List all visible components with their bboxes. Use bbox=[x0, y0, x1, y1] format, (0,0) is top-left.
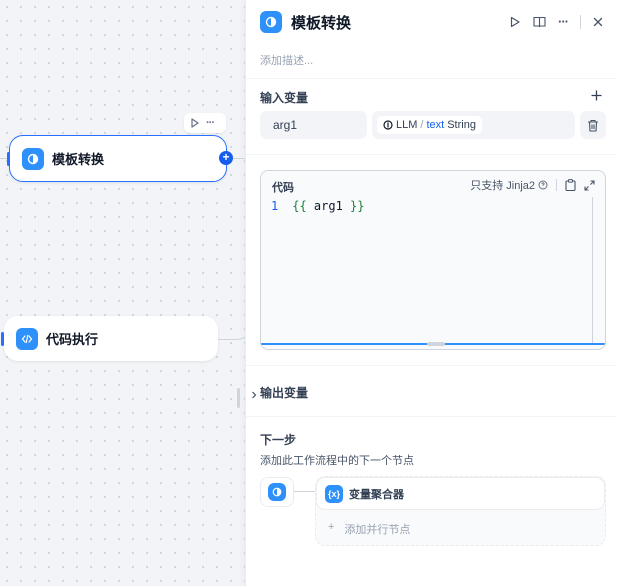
clipboard-icon[interactable] bbox=[565, 179, 576, 191]
code-icon bbox=[16, 327, 38, 350]
template-icon bbox=[268, 483, 286, 501]
code-scrollbar[interactable] bbox=[592, 197, 593, 343]
node-label: 模板转换 bbox=[52, 152, 105, 167]
more-icon[interactable]: ··· bbox=[558, 14, 569, 29]
delete-variable-button[interactable] bbox=[580, 111, 606, 139]
llm-icon bbox=[383, 120, 393, 130]
panel-header: 模板转换 bbox=[260, 11, 351, 33]
next-step-card: {x} 变量聚合器 + 添加并行节点 bbox=[315, 476, 606, 546]
connector-line bbox=[294, 491, 315, 492]
line-number: 1 bbox=[271, 199, 279, 213]
next-node-variable-aggregator[interactable]: {x} 变量聚合器 bbox=[316, 477, 605, 510]
variable-source-pill: LLM / text String bbox=[377, 116, 482, 134]
source-var: text bbox=[426, 119, 445, 131]
panel-resize-handle[interactable] bbox=[237, 388, 240, 408]
add-next-node-plus-icon[interactable]: + bbox=[219, 151, 233, 165]
trash-icon bbox=[588, 119, 598, 132]
source-separator: / bbox=[420, 119, 424, 131]
next-step-subtitle: 添加此工作流程中的下一个节点 bbox=[260, 455, 414, 467]
more-icon[interactable]: ··· bbox=[206, 117, 215, 129]
add-parallel-label: 添加并行节点 bbox=[344, 524, 411, 536]
node-input-handle[interactable] bbox=[7, 152, 10, 166]
help-circle-icon[interactable] bbox=[538, 180, 548, 190]
template-icon bbox=[260, 11, 282, 33]
jinja-support-text: 只支持 Jinja2 bbox=[470, 180, 535, 192]
variable-name-value: arg1 bbox=[273, 118, 298, 132]
panel-actions: ··· bbox=[509, 14, 603, 29]
code-resize-handle[interactable] bbox=[427, 342, 445, 346]
node-code-execute[interactable]: 代码执行 bbox=[4, 316, 218, 361]
output-variables-title[interactable]: 输出变量 bbox=[260, 384, 308, 401]
expand-icon[interactable] bbox=[584, 179, 595, 191]
template-icon bbox=[22, 147, 44, 170]
variable-name-input[interactable]: arg1 bbox=[260, 111, 367, 139]
node-mini-toolbar: ··· bbox=[184, 113, 226, 133]
jinja-close-brace: }} bbox=[350, 199, 365, 213]
node-template-transform[interactable]: 模板转换 bbox=[9, 135, 227, 182]
jinja-open-brace: {{ bbox=[292, 199, 307, 213]
plus-icon[interactable] bbox=[589, 88, 603, 102]
code-editor-body[interactable]: 1 {{ arg1 }} bbox=[261, 197, 605, 349]
code-toolbar: 只支持 Jinja2 bbox=[470, 177, 595, 193]
code-editor-header: 代码 只支持 Jinja2 bbox=[261, 171, 605, 197]
workflow-canvas[interactable]: ··· 模板转换 + 代码执行 bbox=[0, 0, 245, 586]
source-type: String bbox=[447, 119, 476, 131]
variable-source-selector[interactable]: LLM / text String bbox=[372, 111, 575, 139]
current-node-chip bbox=[260, 477, 294, 507]
code-line[interactable]: 1 {{ arg1 }} bbox=[271, 199, 365, 213]
divider bbox=[246, 416, 617, 417]
next-node-label: 变量聚合器 bbox=[349, 488, 404, 501]
edge-connector bbox=[216, 300, 245, 340]
chevron-right-icon[interactable] bbox=[251, 386, 257, 404]
play-icon[interactable] bbox=[190, 118, 200, 128]
code-editor[interactable]: 代码 只支持 Jinja2 1 {{ arg1 }} bbox=[260, 170, 606, 350]
plus-icon: + bbox=[328, 521, 335, 533]
divider bbox=[246, 154, 617, 155]
close-icon[interactable] bbox=[593, 17, 603, 27]
next-step-title: 下一步 bbox=[260, 433, 297, 447]
divider bbox=[246, 365, 617, 366]
variable-aggregator-icon: {x} bbox=[325, 484, 343, 503]
input-variables-title: 输入变量 bbox=[260, 91, 309, 105]
divider bbox=[580, 14, 581, 29]
play-icon[interactable] bbox=[509, 16, 521, 28]
book-icon[interactable] bbox=[533, 16, 546, 28]
add-parallel-node-button[interactable]: + 添加并行节点 bbox=[328, 521, 410, 537]
node-config-panel: 模板转换 ··· 添加描述... 输入变量 arg1 LLM / text St… bbox=[245, 0, 617, 586]
description-input[interactable]: 添加描述... bbox=[260, 52, 313, 68]
node-label: 代码执行 bbox=[46, 332, 99, 347]
source-node: LLM bbox=[396, 119, 418, 131]
divider bbox=[556, 179, 557, 191]
divider bbox=[246, 78, 617, 79]
panel-title[interactable]: 模板转换 bbox=[291, 12, 351, 33]
code-label: 代码 bbox=[272, 182, 294, 194]
jinja-variable: arg1 bbox=[306, 199, 351, 213]
node-input-handle[interactable] bbox=[1, 332, 4, 346]
